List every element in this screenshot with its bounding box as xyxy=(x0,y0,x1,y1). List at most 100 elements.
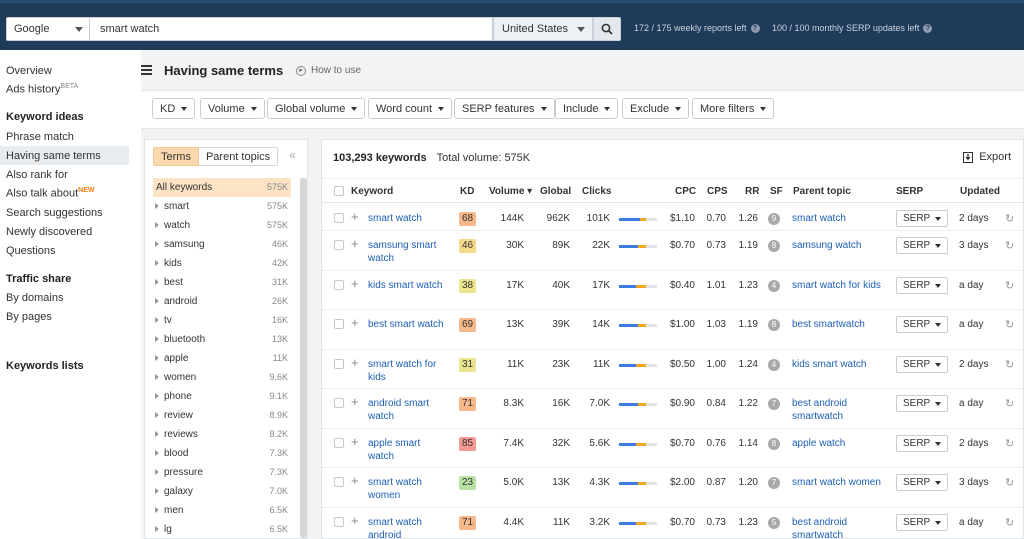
row-checkbox[interactable] xyxy=(334,438,344,448)
parent-topic-link[interactable]: best android smartwatch xyxy=(792,516,887,539)
add-to-list-icon[interactable]: + xyxy=(351,315,359,330)
expand-arrow-icon[interactable] xyxy=(155,526,159,532)
refresh-icon[interactable]: ↻ xyxy=(1005,239,1014,252)
serp-dropdown[interactable]: SERP xyxy=(896,316,948,333)
filter-kd[interactable]: KD xyxy=(152,98,196,119)
term-item[interactable]: watch 575K xyxy=(153,216,291,235)
nav-also-rank-for[interactable]: Also rank for xyxy=(6,169,68,181)
serp-dropdown[interactable]: SERP xyxy=(896,277,948,294)
term-all-keywords[interactable]: All keywords 575K xyxy=(153,178,291,197)
parent-topic-link[interactable]: apple watch xyxy=(792,437,887,450)
term-item[interactable]: men 6.5K xyxy=(153,501,291,520)
nav-by-domains[interactable]: By domains xyxy=(6,292,63,304)
serp-features-count[interactable]: 8 xyxy=(768,240,780,252)
term-item[interactable]: lg 6.5K xyxy=(153,520,291,539)
add-to-list-icon[interactable]: + xyxy=(351,394,359,409)
term-item[interactable]: smart 575K xyxy=(153,197,291,216)
term-item[interactable]: android 26K xyxy=(153,292,291,311)
col-keyword[interactable]: Keyword xyxy=(351,186,393,197)
parent-topic-link[interactable]: kids smart watch xyxy=(792,358,887,371)
export-button[interactable]: Export xyxy=(963,151,1011,163)
filter-more[interactable]: More filters xyxy=(692,98,775,119)
term-item[interactable]: review 8.9K xyxy=(153,406,291,425)
keyword-link[interactable]: smart watch android xyxy=(368,516,448,539)
expand-arrow-icon[interactable] xyxy=(155,260,159,266)
parent-topic-link[interactable]: smart watch women xyxy=(792,476,887,489)
filter-volume[interactable]: Volume xyxy=(200,98,265,119)
parent-topic-link[interactable]: best smartwatch xyxy=(792,318,887,331)
expand-arrow-icon[interactable] xyxy=(155,279,159,285)
refresh-icon[interactable]: ↻ xyxy=(1005,279,1014,292)
add-to-list-icon[interactable]: + xyxy=(351,473,359,488)
keyword-link[interactable]: smart watch xyxy=(368,212,448,225)
tab-terms[interactable]: Terms xyxy=(153,147,199,166)
row-checkbox[interactable] xyxy=(334,319,344,329)
keyword-link[interactable]: best smart watch xyxy=(368,318,448,331)
expand-arrow-icon[interactable] xyxy=(155,222,159,228)
term-item[interactable]: best 31K xyxy=(153,273,291,292)
serp-dropdown[interactable]: SERP xyxy=(896,514,948,531)
term-item[interactable]: blood 7.3K xyxy=(153,444,291,463)
hamburger-icon[interactable] xyxy=(141,65,152,77)
parent-topic-link[interactable]: smart watch for kids xyxy=(792,279,887,292)
nav-also-talk-about[interactable]: Also talk aboutNEW xyxy=(6,187,95,200)
serp-dropdown[interactable]: SERP xyxy=(896,356,948,373)
col-clicks[interactable]: Clicks xyxy=(582,186,611,197)
add-to-list-icon[interactable]: + xyxy=(351,276,359,291)
refresh-icon[interactable]: ↻ xyxy=(1005,437,1014,450)
keyword-link[interactable]: smart watch women xyxy=(368,476,448,502)
nav-ads-history[interactable]: Ads historyBETA xyxy=(6,83,78,96)
expand-arrow-icon[interactable] xyxy=(155,469,159,475)
term-item[interactable]: women 9.6K xyxy=(153,368,291,387)
row-checkbox[interactable] xyxy=(334,213,344,223)
parent-topic-link[interactable]: best android smartwatch xyxy=(792,397,887,423)
serp-features-count[interactable]: 4 xyxy=(768,359,780,371)
keyword-search-input[interactable]: smart watch xyxy=(90,17,493,41)
parent-topic-link[interactable]: samsung watch xyxy=(792,239,887,252)
row-checkbox[interactable] xyxy=(334,240,344,250)
help-icon[interactable]: ? xyxy=(750,23,760,33)
nav-keywords-lists[interactable]: Keywords lists xyxy=(6,360,84,372)
term-item[interactable]: samsung 46K xyxy=(153,235,291,254)
add-to-list-icon[interactable]: + xyxy=(351,434,359,449)
filter-serp-features[interactable]: SERP features xyxy=(454,98,555,119)
country-select[interactable]: United States xyxy=(493,17,593,41)
collapse-panel-icon[interactable]: « xyxy=(289,148,296,162)
term-item[interactable]: apple 11K xyxy=(153,349,291,368)
keyword-link[interactable]: apple smart watch xyxy=(368,437,448,463)
col-volume[interactable]: Volume ▾ xyxy=(489,186,532,197)
serp-dropdown[interactable]: SERP xyxy=(896,237,948,254)
parent-topic-link[interactable]: smart watch xyxy=(792,212,887,225)
scrollbar-thumb[interactable] xyxy=(300,178,307,538)
expand-arrow-icon[interactable] xyxy=(155,355,159,361)
expand-arrow-icon[interactable] xyxy=(155,507,159,513)
refresh-icon[interactable]: ↻ xyxy=(1005,212,1014,225)
keyword-link[interactable]: kids smart watch xyxy=(368,279,448,292)
term-item[interactable]: kids 42K xyxy=(153,254,291,273)
refresh-icon[interactable]: ↻ xyxy=(1005,476,1014,489)
nav-search-suggestions[interactable]: Search suggestions xyxy=(6,207,103,219)
expand-arrow-icon[interactable] xyxy=(155,241,159,247)
row-checkbox[interactable] xyxy=(334,280,344,290)
col-cpc[interactable]: CPC xyxy=(675,186,696,197)
filter-exclude[interactable]: Exclude xyxy=(622,98,690,119)
row-checkbox[interactable] xyxy=(334,359,344,369)
serp-features-count[interactable]: 7 xyxy=(768,477,780,489)
select-all-checkbox[interactable] xyxy=(334,186,344,196)
serp-dropdown[interactable]: SERP xyxy=(896,435,948,452)
col-global[interactable]: Global xyxy=(540,186,571,197)
col-kd[interactable]: KD xyxy=(460,186,474,197)
expand-arrow-icon[interactable] xyxy=(155,431,159,437)
term-item[interactable]: phone 9.1K xyxy=(153,387,291,406)
nav-overview[interactable]: Overview xyxy=(6,65,52,77)
row-checkbox[interactable] xyxy=(334,477,344,487)
filter-global-volume[interactable]: Global volume xyxy=(267,98,366,119)
expand-arrow-icon[interactable] xyxy=(155,488,159,494)
term-item[interactable]: galaxy 7.0K xyxy=(153,482,291,501)
keyword-link[interactable]: smart watch for kids xyxy=(368,358,448,384)
serp-features-count[interactable]: 8 xyxy=(768,319,780,331)
term-item[interactable]: bluetooth 13K xyxy=(153,330,291,349)
nav-having-same-terms[interactable]: Having same terms xyxy=(6,150,101,162)
col-sf[interactable]: SF xyxy=(770,186,783,197)
col-serp[interactable]: SERP xyxy=(896,186,923,197)
